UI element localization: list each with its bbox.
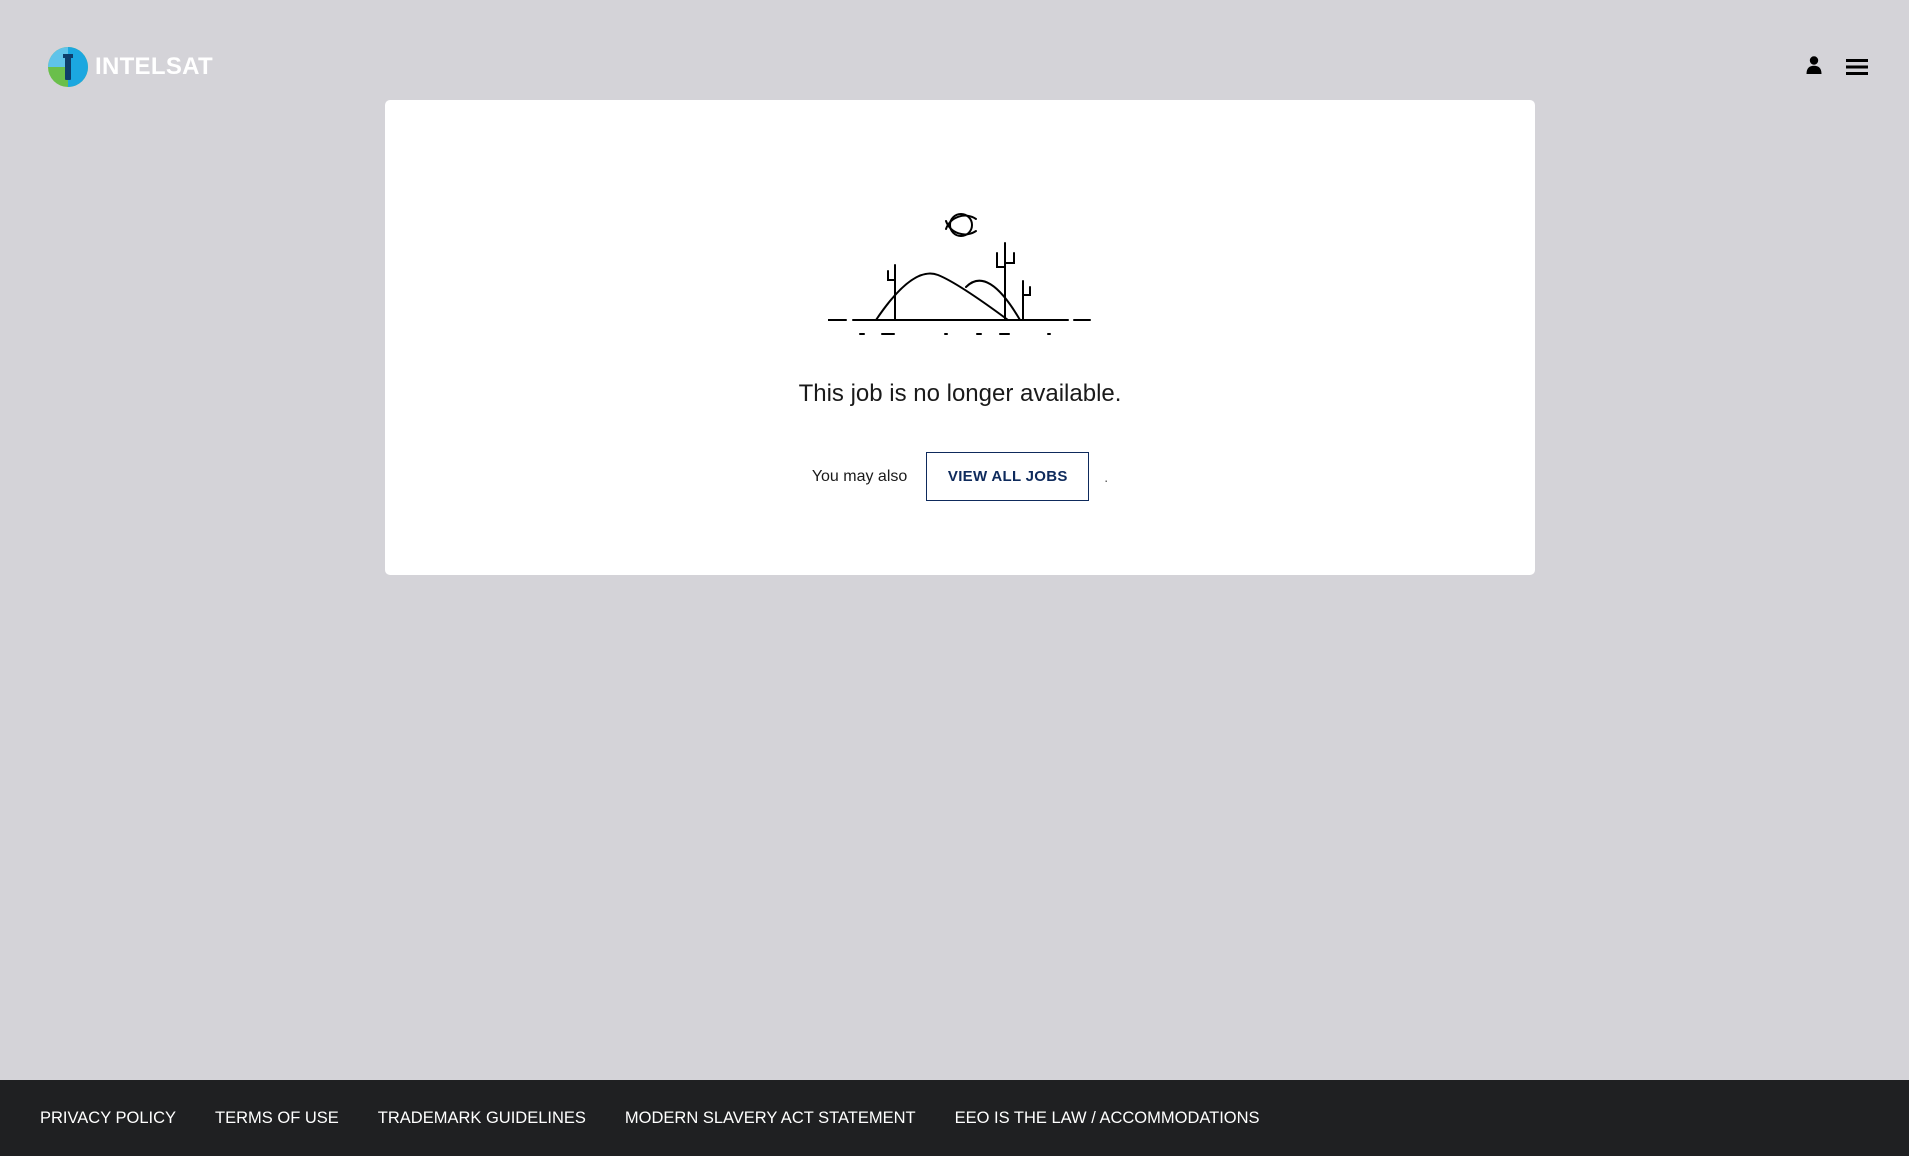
footer-link-trademark-guidelines[interactable]: TRADEMARK GUIDELINES <box>378 1109 586 1128</box>
footer-link-privacy-policy[interactable]: PRIVACY POLICY <box>40 1109 176 1128</box>
hamburger-menu-icon[interactable] <box>1846 58 1868 76</box>
footer-link-terms-of-use[interactable]: TERMS OF USE <box>215 1109 339 1128</box>
site-footer: PRIVACY POLICY TERMS OF USE TRADEMARK GU… <box>0 1080 1909 1156</box>
intelsat-logo[interactable]: INTELSAT <box>47 46 213 88</box>
user-icon[interactable] <box>1805 55 1823 75</box>
logo-text: INTELSAT <box>95 53 213 80</box>
job-unavailable-card: This job is no longer available. You may… <box>385 100 1535 575</box>
footer-link-eeo-accommodations[interactable]: EEO IS THE LAW / ACCOMMODATIONS <box>955 1109 1260 1128</box>
empty-desert-landscape-icon <box>828 213 1091 335</box>
cta-prefix-text: You may also <box>811 467 908 485</box>
view-all-jobs-button[interactable]: VIEW ALL JOBS <box>926 452 1090 501</box>
cta-suffix-text: . <box>1104 468 1109 485</box>
cta-row: You may also VIEW ALL JOBS . <box>385 452 1535 501</box>
job-unavailable-message: This job is no longer available. <box>798 380 1122 407</box>
footer-link-modern-slavery-act-statement[interactable]: MODERN SLAVERY ACT STATEMENT <box>625 1109 916 1128</box>
site-header: INTELSAT <box>0 0 1909 100</box>
intelsat-logo-icon <box>48 47 88 87</box>
page: INTELSAT This job is no longer available… <box>0 0 1909 1156</box>
